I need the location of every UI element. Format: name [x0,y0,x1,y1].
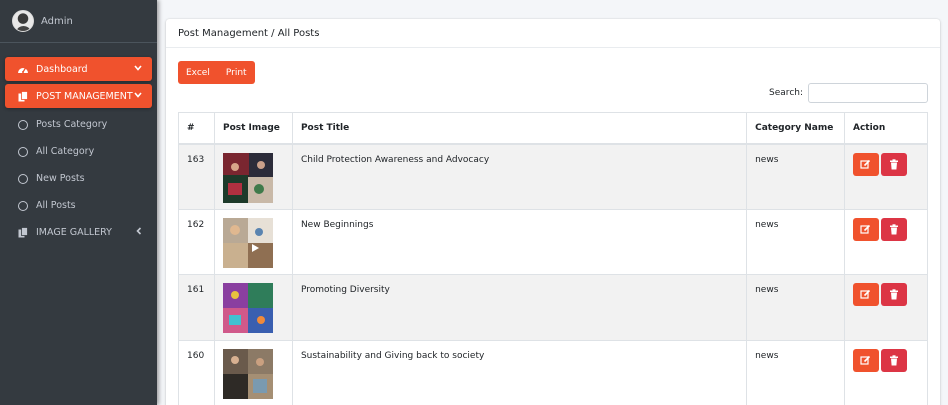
delete-button[interactable] [880,217,907,241]
chevron-down-icon [134,91,142,101]
sidebar-item-label: All Category [36,146,95,157]
sidebar-item-post-management[interactable]: POST MANAGEMENT [5,84,152,108]
posts-table: # Post Image Post Title Category Name Ac… [178,112,929,405]
print-button[interactable]: Print [218,61,255,84]
post-category: news [746,143,845,210]
post-id: 162 [178,208,215,275]
sidebar: Admin Dashboard POST MANAGEMENT Posts Ca… [0,0,157,405]
sidebar-nav: Dashboard POST MANAGEMENT Posts Category… [0,43,157,246]
post-thumbnail [222,348,273,399]
chevron-left-icon [136,227,142,238]
sidebar-item-label: Posts Category [36,119,108,130]
edit-button[interactable] [852,217,879,241]
edit-button[interactable] [852,348,879,372]
post-title: Child Protection Awareness and Advocacy [291,143,748,210]
posts-card: Post Management / All Posts Excel Print … [166,19,940,405]
avatar [12,10,34,32]
edit-icon [860,355,871,365]
delete-button[interactable] [880,152,907,176]
sidebar-item-label: POST MANAGEMENT [36,90,133,102]
copy-icon [17,227,29,238]
table-row: 160 Sustainability and Giving back to so… [178,339,929,405]
table-row: 163 Child Protection Awareness and Advoc… [178,143,929,210]
post-id: 160 [178,339,215,405]
post-category: news [746,274,845,341]
table-row: 162 New Beginnings news [178,208,929,275]
trash-icon [889,158,898,169]
post-title: Sustainability and Giving back to societ… [291,339,748,405]
post-category: news [746,339,845,405]
post-id: 163 [178,143,215,210]
post-title: Promoting Diversity [291,274,748,341]
edit-icon [860,224,871,234]
sidebar-item-all-category[interactable]: All Category [5,138,152,165]
search-label: Search: [769,88,803,98]
sidebar-item-new-posts[interactable]: New Posts [5,165,152,192]
excel-button[interactable]: Excel [178,61,218,84]
circle-icon [18,173,28,184]
column-header-action[interactable]: Action [843,112,929,145]
post-id: 161 [178,274,215,341]
column-header-number[interactable]: # [178,112,215,145]
trash-icon [889,223,898,234]
edit-icon [860,289,871,299]
edit-button[interactable] [852,283,879,306]
sidebar-item-posts-category[interactable]: Posts Category [5,111,152,138]
search-input[interactable] [808,83,928,103]
table-header-row: # Post Image Post Title Category Name Ac… [178,112,929,145]
column-header-category-name[interactable]: Category Name [746,112,845,145]
sidebar-item-label: New Posts [36,173,85,184]
circle-icon [18,146,28,157]
circle-icon [18,119,28,130]
column-header-post-image[interactable]: Post Image [213,112,293,145]
sidebar-item-all-posts[interactable]: All Posts [5,192,152,219]
edit-button[interactable] [852,152,879,176]
sidebar-item-label: Dashboard [36,63,88,75]
copy-icon [17,90,29,102]
post-category: news [746,208,845,275]
post-thumbnail [222,283,273,333]
search-box: Search: [769,83,928,103]
delete-button[interactable] [880,348,907,372]
sidebar-item-dashboard[interactable]: Dashboard [5,57,152,81]
dashboard-icon [17,64,29,74]
delete-button[interactable] [880,283,907,306]
trash-icon [889,354,898,365]
post-thumbnail [222,217,273,268]
post-thumbnail [222,152,273,203]
chevron-down-icon [134,64,142,74]
table-row: 161 Promoting Diversity news [178,274,929,341]
breadcrumb: Post Management / All Posts [166,19,940,48]
sidebar-item-label: IMAGE GALLERY [36,227,112,238]
sidebar-item-image-gallery[interactable]: IMAGE GALLERY [5,219,152,246]
export-buttons: Excel Print [178,61,255,84]
user-panel[interactable]: Admin [0,0,157,43]
post-title: New Beginnings [291,208,748,275]
column-header-post-title[interactable]: Post Title [291,112,748,145]
circle-icon [18,200,28,211]
sidebar-item-label: All Posts [36,200,76,211]
user-name: Admin [41,15,73,27]
edit-icon [860,159,871,169]
trash-icon [889,289,898,300]
